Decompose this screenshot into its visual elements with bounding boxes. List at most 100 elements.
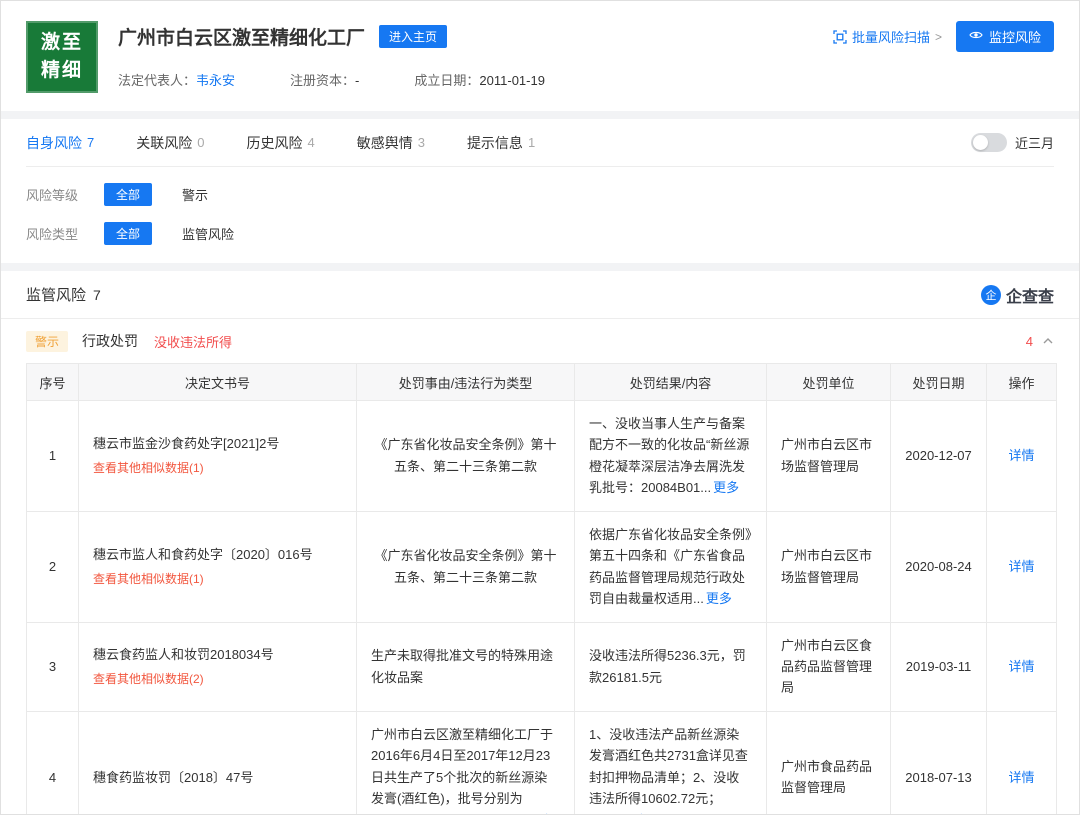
detail-link[interactable]: 详情 — [1008, 448, 1034, 463]
batch-risk-scan-label: 批量风险扫描 — [852, 27, 930, 46]
risk-tabs: 自身风险 7 关联风险 0 历史风险 4 敏感舆情 3 提示信息 1 近三月 — [26, 119, 1054, 167]
penalty-subsection-controls: 4 — [1026, 334, 1054, 349]
risk-level-label: 风险等级 — [26, 185, 104, 204]
legal-rep-link[interactable]: 韦永安 — [196, 73, 235, 88]
row-doc: 穗云食药监人和妆罚2018034号 查看其他相似数据(2) — [79, 622, 357, 711]
header-actions: 批量风险扫描 > 监控风险 — [833, 21, 1054, 52]
row-action: 详情 — [987, 511, 1057, 622]
table-header-row: 序号 决定文书号 处罚事由/违法行为类型 处罚结果/内容 处罚单位 处罚日期 操… — [27, 364, 1057, 401]
chevron-right-icon: > — [935, 30, 942, 44]
row-date: 2018-07-13 — [891, 711, 987, 815]
page-title: 广州市白云区激至精细化工厂 — [118, 23, 365, 50]
founded-date-label: 成立日期： — [414, 73, 479, 88]
risk-type-filter: 风险类型 全部 监管风险 — [26, 222, 1054, 245]
doc-number: 穗云市监人和食药处字〔2020〕016号 — [93, 544, 342, 565]
toggle-label: 近三月 — [1015, 133, 1054, 152]
qcc-brand: 企 企查查 — [981, 283, 1054, 307]
similar-data-link[interactable]: 查看其他相似数据(2) — [93, 670, 342, 690]
col-reason: 处罚事由/违法行为类型 — [357, 364, 575, 401]
row-seq: 3 — [27, 622, 79, 711]
tab-count: 7 — [87, 135, 94, 150]
result-text: 没收违法所得5236.3元，罚款26181.5元 — [589, 648, 746, 684]
col-result: 处罚结果/内容 — [575, 364, 767, 401]
founded-date: 成立日期：2011-01-19 — [414, 70, 545, 89]
tab-related-risk[interactable]: 关联风险 0 — [136, 133, 204, 153]
qcc-logo-icon: 企 — [981, 285, 1001, 305]
risk-level-warn-option[interactable]: 警示 — [182, 185, 208, 204]
row-unit: 广州市白云区食品药品监督管理局 — [767, 622, 891, 711]
similar-data-link[interactable]: 查看其他相似数据(1) — [93, 459, 342, 479]
founded-date-value: 2011-01-19 — [479, 73, 545, 88]
detail-link[interactable]: 详情 — [1008, 659, 1034, 674]
detail-link[interactable]: 详情 — [1008, 559, 1034, 574]
tab-label: 关联风险 — [136, 133, 192, 153]
row-seq: 4 — [27, 711, 79, 815]
section-count: 7 — [93, 287, 101, 303]
col-unit: 处罚单位 — [767, 364, 891, 401]
regulatory-risk-section: 监管风险 7 企 企查查 警示 行政处罚 没收违法所得 4 — [1, 271, 1079, 815]
chevron-up-icon[interactable] — [1042, 335, 1054, 347]
tab-history-risk[interactable]: 历史风险 4 — [246, 133, 314, 153]
qcc-logo-text: 企查查 — [1006, 283, 1054, 307]
row-action: 详情 — [987, 622, 1057, 711]
reason-text: 广州市白云区激至精细化工厂于2016年6月4日至2017年12月23日共生产了5… — [371, 727, 553, 815]
row-unit: 广州市白云区市场监督管理局 — [767, 401, 891, 512]
recent-months-toggle-wrap: 近三月 — [971, 133, 1054, 152]
doc-number: 穗食药监妆罚〔2018〕47号 — [93, 767, 342, 788]
risk-type-all-chip[interactable]: 全部 — [104, 222, 152, 245]
company-logo: 激至 精细 — [26, 21, 98, 93]
title-row: 广州市白云区激至精细化工厂 进入主页 批量风险扫描 > — [118, 21, 1054, 52]
detail-link[interactable]: 详情 — [1008, 770, 1034, 785]
similar-data-link[interactable]: 查看其他相似数据(1) — [93, 570, 342, 590]
col-action: 操作 — [987, 364, 1057, 401]
tab-notice-info[interactable]: 提示信息 1 — [467, 133, 535, 153]
col-doc-no: 决定文书号 — [79, 364, 357, 401]
admin-penalty-subsection: 警示 行政处罚 没收违法所得 4 — [1, 319, 1079, 363]
tab-label: 自身风险 — [26, 133, 82, 153]
monitor-risk-label: 监控风险 — [989, 27, 1041, 46]
reg-capital: 注册资本：- — [290, 70, 359, 89]
tab-label: 提示信息 — [467, 133, 523, 153]
batch-risk-scan-link[interactable]: 批量风险扫描 > — [833, 27, 942, 46]
reg-capital-value: - — [355, 73, 359, 88]
risk-level-all-chip[interactable]: 全部 — [104, 183, 152, 206]
row-unit: 广州市食品药品监督管理局 — [767, 711, 891, 815]
admin-penalty-label[interactable]: 行政处罚 — [82, 331, 138, 351]
row-result: 1、没收违法产品新丝源染发膏酒红色共2731盒详见查封扣押物品清单；2、没收违法… — [575, 711, 767, 815]
row-result: 没收违法所得5236.3元，罚款26181.5元 — [575, 622, 767, 711]
recent-three-months-toggle[interactable] — [971, 133, 1007, 152]
risk-type-regulatory-option[interactable]: 监管风险 — [182, 224, 234, 243]
row-date: 2019-03-11 — [891, 622, 987, 711]
col-seq: 序号 — [27, 364, 79, 401]
tab-count: 4 — [307, 135, 314, 150]
more-link[interactable]: 更多 — [713, 480, 739, 495]
result-text: 1、没收违法产品新丝源染发膏酒红色共2731盒详见查封扣押物品清单；2、没收违法… — [589, 727, 748, 815]
warning-badge: 警示 — [26, 331, 68, 352]
company-info-row: 法定代表人：韦永安 注册资本：- 成立日期：2011-01-19 — [118, 70, 1054, 89]
penalty-count: 4 — [1026, 334, 1033, 349]
enter-homepage-button[interactable]: 进入主页 — [379, 25, 447, 48]
table-row: 2 穗云市监人和食药处字〔2020〕016号 查看其他相似数据(1) 《广东省化… — [27, 511, 1057, 622]
risk-type-label: 风险类型 — [26, 224, 104, 243]
row-action: 详情 — [987, 711, 1057, 815]
eye-icon — [969, 28, 983, 45]
tab-count: 1 — [528, 135, 535, 150]
row-seq: 2 — [27, 511, 79, 622]
confiscation-tag[interactable]: 没收违法所得 — [154, 332, 232, 351]
row-reason: 《广东省化妆品安全条例》第十五条、第二十三条第二款 — [357, 511, 575, 622]
row-doc: 穗云市监人和食药处字〔2020〕016号 查看其他相似数据(1) — [79, 511, 357, 622]
risk-tabs-card: 自身风险 7 关联风险 0 历史风险 4 敏感舆情 3 提示信息 1 近三月 — [1, 119, 1079, 263]
row-result: 一、没收当事人生产与备案配方不一致的化妆品“新丝源橙花凝萃深层洁净去屑洗发乳批号… — [575, 401, 767, 512]
row-action: 详情 — [987, 401, 1057, 512]
tab-count: 0 — [197, 135, 204, 150]
more-link[interactable]: 更多 — [706, 591, 732, 606]
tab-label: 敏感舆情 — [357, 133, 413, 153]
row-unit: 广州市白云区市场监督管理局 — [767, 511, 891, 622]
row-reason: 《广东省化妆品安全条例》第十五条、第二十三条第二款 — [357, 401, 575, 512]
company-risk-page: 激至 精细 广州市白云区激至精细化工厂 进入主页 批量风险扫描 — [0, 0, 1080, 815]
section-title: 监管风险 — [26, 284, 86, 305]
table-row: 1 穗云市监金沙食药处字[2021]2号 查看其他相似数据(1) 《广东省化妆品… — [27, 401, 1057, 512]
tab-sensitive-sentiment[interactable]: 敏感舆情 3 — [357, 133, 425, 153]
monitor-risk-button[interactable]: 监控风险 — [956, 21, 1054, 52]
tab-self-risk[interactable]: 自身风险 7 — [26, 133, 94, 153]
